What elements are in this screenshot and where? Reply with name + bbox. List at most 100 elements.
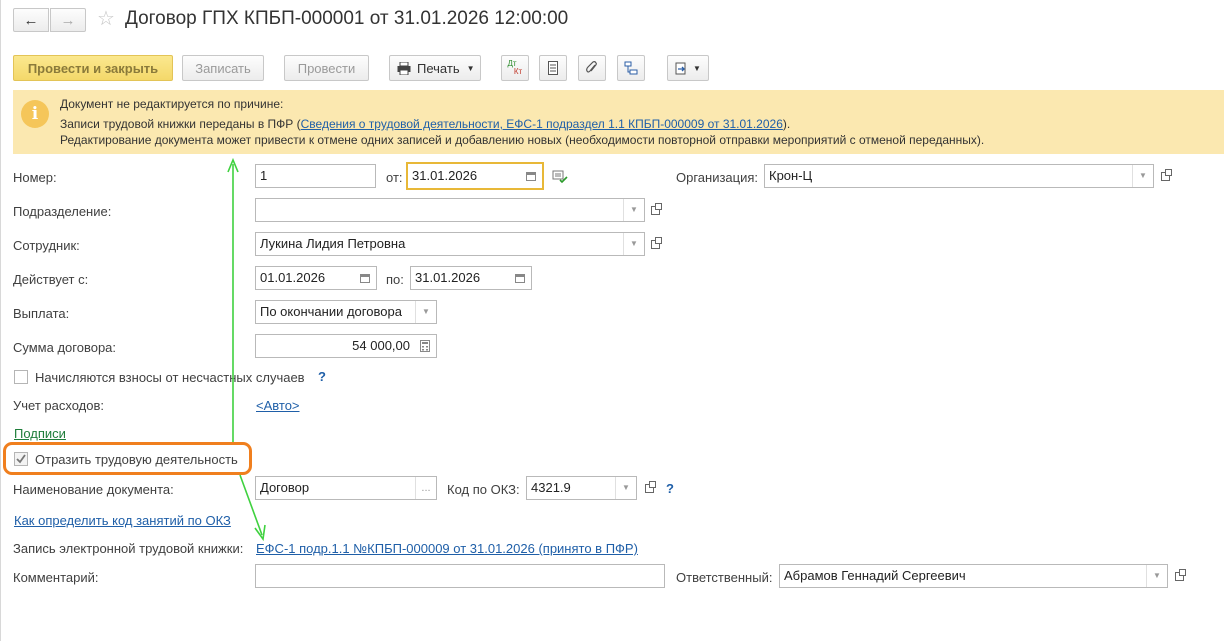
expenses-auto-link[interactable]: <Авто> xyxy=(256,398,300,413)
more-actions-button[interactable]: ▼ xyxy=(667,55,709,81)
arrow-left-icon: ← xyxy=(23,11,39,29)
calendar-icon xyxy=(526,171,536,181)
post-button[interactable]: Провести xyxy=(284,55,369,81)
signatures-link[interactable]: Подписи xyxy=(14,426,66,441)
related-docs-button[interactable] xyxy=(617,55,645,81)
okz-value: 4321.9 xyxy=(531,480,571,495)
calculator-button[interactable] xyxy=(414,335,436,357)
date-input[interactable]: 31.01.2026 xyxy=(406,162,544,190)
organization-value: Крон-Ц xyxy=(769,168,813,183)
print-button[interactable]: Печать ▼ xyxy=(389,55,481,81)
sum-input[interactable]: 54 000,00 xyxy=(255,334,437,358)
attach-button[interactable] xyxy=(578,55,606,81)
efs-1-report-link[interactable]: Сведения о трудовой деятельности, ЕФС-1 … xyxy=(301,117,783,131)
warning-title: Документ не редактируется по причине: xyxy=(60,97,284,111)
warning-line1-prefix: Записи трудовой книжки переданы в ПФР ( xyxy=(60,117,301,131)
department-label: Подразделение: xyxy=(13,204,112,219)
select-button[interactable]: ... xyxy=(415,477,436,499)
open-icon xyxy=(1160,168,1172,181)
warning-line1-suffix: ). xyxy=(782,117,791,131)
arrow-right-icon: → xyxy=(60,11,76,29)
comment-input[interactable] xyxy=(255,564,665,588)
employee-label: Сотрудник: xyxy=(13,238,80,253)
responsible-value: Абрамов Геннадий Сергеевич xyxy=(784,568,966,583)
employee-value: Лукина Лидия Петровна xyxy=(260,236,406,251)
chevron-down-icon: ▼ xyxy=(693,63,701,73)
calculator-icon xyxy=(420,340,430,352)
open-icon xyxy=(650,236,662,249)
number-input[interactable]: 1 xyxy=(255,164,376,188)
sum-value: 54 000,00 xyxy=(352,338,410,353)
valid-from-input[interactable]: 01.01.2026 xyxy=(255,266,377,290)
open-responsible-button[interactable] xyxy=(1169,564,1189,588)
calendar-icon xyxy=(515,273,525,283)
valid-to-label: по: xyxy=(386,272,404,287)
organization-input[interactable]: Крон-Ц ▼ xyxy=(764,164,1154,188)
help-icon[interactable]: ? xyxy=(318,369,326,384)
responsible-input[interactable]: Абрамов Геннадий Сергеевич ▼ xyxy=(779,564,1168,588)
chevron-down-icon[interactable]: ▼ xyxy=(623,233,644,255)
sum-label: Сумма договора: xyxy=(13,340,117,355)
okz-input[interactable]: 4321.9 ▼ xyxy=(526,476,637,500)
accident-contributions-label: Начисляются взносы от несчастных случаев xyxy=(35,370,305,385)
help-icon[interactable]: ? xyxy=(666,481,674,496)
etk-record-label: Запись электронной трудовой книжки: xyxy=(13,541,244,556)
payment-label: Выплата: xyxy=(13,306,70,321)
document-name-input[interactable]: Договор ... xyxy=(255,476,437,500)
employee-input[interactable]: Лукина Лидия Петровна ▼ xyxy=(255,232,645,256)
post-and-close-button[interactable]: Провести и закрыть xyxy=(13,55,173,81)
list-icon xyxy=(548,61,558,75)
document-name-value: Договор xyxy=(260,480,310,495)
chevron-down-icon[interactable]: ▼ xyxy=(615,477,636,499)
okz-help-link[interactable]: Как определить код занятий по ОКЗ xyxy=(14,513,231,528)
back-button[interactable]: ← xyxy=(13,8,49,32)
paperclip-icon xyxy=(586,61,597,73)
open-department-button[interactable] xyxy=(645,198,665,222)
warning-line-1: Записи трудовой книжки переданы в ПФР (С… xyxy=(60,117,790,131)
calendar-icon xyxy=(360,273,370,283)
date-value: 31.01.2026 xyxy=(412,168,478,183)
window-edge xyxy=(0,0,1,641)
open-employee-button[interactable] xyxy=(645,232,665,256)
open-organization-button[interactable] xyxy=(1155,164,1175,188)
responsible-label: Ответственный: xyxy=(676,570,773,585)
department-input[interactable]: ▼ xyxy=(255,198,645,222)
posting-status-icon[interactable] xyxy=(552,170,568,184)
from-label: от: xyxy=(386,170,403,185)
chevron-down-icon: ▼ xyxy=(466,63,475,73)
info-icon: i xyxy=(21,100,49,128)
forward-button[interactable]: → xyxy=(50,8,86,32)
comment-label: Комментарий: xyxy=(13,570,99,585)
calendar-button[interactable] xyxy=(354,267,376,289)
arrow-down-head xyxy=(254,524,266,542)
calendar-button[interactable] xyxy=(520,164,542,188)
dt-kt-button[interactable]: Дт Кт xyxy=(501,55,529,81)
payment-select[interactable]: По окончании договора ▼ xyxy=(255,300,437,324)
star-icon[interactable]: ☆ xyxy=(97,6,115,31)
open-icon xyxy=(1174,568,1186,581)
okz-label: Код по ОКЗ: xyxy=(447,482,520,497)
print-label: Печать xyxy=(417,60,460,76)
expenses-label: Учет расходов: xyxy=(13,398,104,413)
chevron-down-icon[interactable]: ▼ xyxy=(623,199,644,221)
organization-label: Организация: xyxy=(676,170,759,185)
valid-from-label: Действует с: xyxy=(13,272,89,287)
reflect-labor-activity-checkbox[interactable] xyxy=(14,452,28,466)
etk-record-link[interactable]: ЕФС-1 подр.1.1 №КПБП-000009 от 31.01.202… xyxy=(256,541,638,556)
chevron-down-icon[interactable]: ▼ xyxy=(1146,565,1167,587)
valid-to-input[interactable]: 31.01.2026 xyxy=(410,266,532,290)
chevron-down-icon[interactable]: ▼ xyxy=(415,301,436,323)
printer-icon xyxy=(397,61,411,75)
warning-line-2: Редактирование документа может привести … xyxy=(60,133,985,147)
accident-contributions-checkbox[interactable] xyxy=(14,370,28,384)
structure-button[interactable] xyxy=(539,55,567,81)
valid-to-value: 31.01.2026 xyxy=(415,270,481,285)
kt-label: Кт xyxy=(513,67,523,76)
chevron-down-icon[interactable]: ▼ xyxy=(1132,165,1153,187)
checkmark-icon xyxy=(16,454,26,464)
page-title: Договор ГПХ КПБП-000001 от 31.01.2026 12… xyxy=(125,8,569,29)
open-okz-button[interactable] xyxy=(639,476,659,500)
calendar-button[interactable] xyxy=(509,267,531,289)
save-button[interactable]: Записать xyxy=(182,55,264,81)
payment-value: По окончании договора xyxy=(260,304,402,319)
